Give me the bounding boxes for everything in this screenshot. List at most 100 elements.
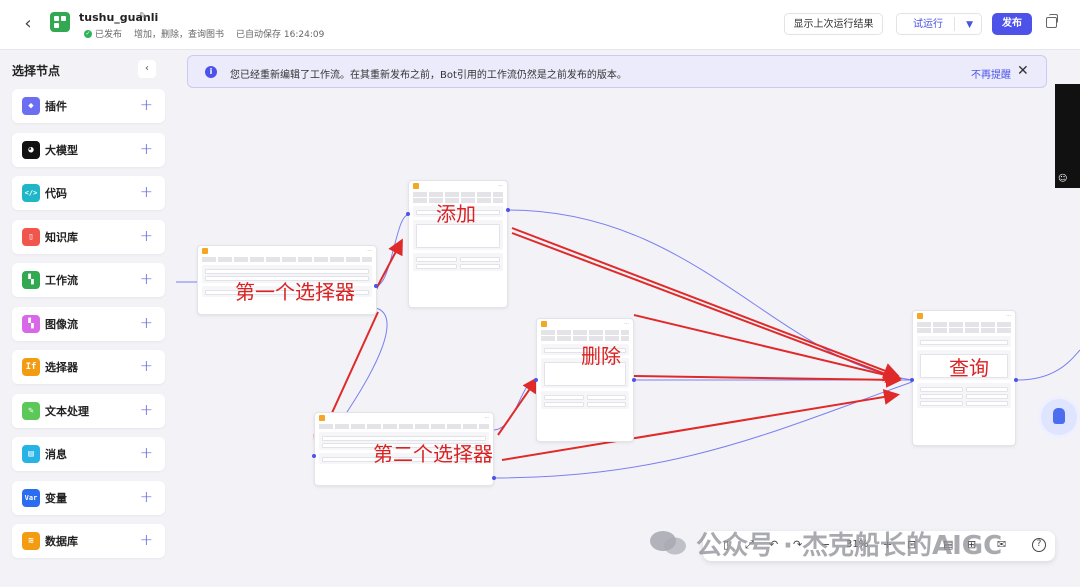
trial-run-button[interactable]: 试运行 ▼	[896, 13, 982, 35]
output-port[interactable]	[492, 476, 496, 480]
more-icon[interactable]: ···	[484, 415, 489, 421]
sidebar-title: 选择节点	[12, 64, 61, 78]
add-icon[interactable]: +	[140, 400, 153, 419]
info-icon: i	[205, 66, 217, 78]
app-meta: ✓ 已发布 增加，删除，查询图书 已自动保存 16:24:09	[84, 27, 324, 40]
sidebar-item-label: 数据库	[45, 535, 78, 548]
banner-text: 您已经重新编辑了工作流。在其重新发布之前，Bot引用的工作流仍然是之前发布的版本…	[230, 70, 627, 81]
output-port[interactable]	[506, 208, 510, 212]
add-icon[interactable]: +	[140, 487, 153, 506]
add-icon[interactable]: +	[140, 95, 153, 114]
dont-remind-link[interactable]: 不再提醒	[971, 66, 1011, 81]
red-arrow	[633, 371, 902, 388]
selector-icon	[202, 248, 208, 254]
database-icon	[541, 321, 547, 327]
workflow-app-icon	[50, 12, 70, 32]
selector-icon	[319, 415, 325, 421]
more-icon[interactable]: ···	[498, 183, 503, 189]
database-icon: ≋	[22, 532, 40, 550]
edge	[1017, 349, 1080, 381]
workflow-icon: ▚	[22, 271, 40, 289]
sidebar-item-label: 消息	[45, 448, 67, 461]
output-port[interactable]	[374, 284, 378, 288]
wechat-logo	[650, 531, 686, 555]
sidebar-item-message[interactable]: ▤ 消息 +	[12, 437, 165, 471]
variable-icon: Var	[22, 488, 40, 507]
sidebar-item-label: 图像流	[45, 317, 78, 331]
person-icon: ☺	[1058, 174, 1068, 184]
sidebar-item-label: 插件	[45, 100, 67, 113]
sidebar-item-variable[interactable]: Var 变量 +	[12, 480, 165, 515]
collapse-sidebar-button[interactable]: ‹	[138, 60, 156, 78]
red-arrow	[373, 238, 403, 294]
add-icon[interactable]: +	[140, 530, 153, 549]
more-icon[interactable]: ···	[624, 321, 629, 327]
watermark-text: 公众号 · 杰克船长的AIGC	[696, 531, 1003, 561]
llm-icon: ◕	[22, 140, 40, 159]
add-icon[interactable]: +	[140, 226, 153, 245]
add-icon[interactable]: +	[140, 182, 153, 201]
edge	[375, 214, 409, 287]
annotation-delete: 删除	[581, 344, 621, 368]
divider	[954, 17, 955, 31]
assistant-float-icon[interactable]	[1041, 399, 1077, 435]
sidebar-item-selector[interactable]: If 选择器 +	[12, 350, 165, 384]
selector-icon: If	[22, 358, 40, 376]
caret-down-icon[interactable]: ▼	[966, 14, 973, 36]
top-bar: ‹ tushu_guanli ✎ ✓ 已发布 增加，删除，查询图书 已自动保存 …	[0, 0, 1080, 50]
knowledge-icon: ▯	[22, 227, 40, 246]
message-icon: ▤	[22, 445, 40, 463]
annotation-query: 查询	[949, 356, 989, 380]
sidebar-item-imageflow[interactable]: ▚ 图像流 +	[12, 306, 165, 341]
add-icon[interactable]: +	[140, 313, 153, 332]
delete-database-node[interactable]: ···	[536, 318, 634, 442]
input-port[interactable]	[312, 454, 316, 458]
input-port[interactable]	[910, 378, 914, 382]
sidebar-item-llm[interactable]: ◕ 大模型 +	[12, 132, 165, 167]
sidebar-item-database[interactable]: ≋ 数据库 +	[12, 524, 165, 558]
annotation-first-selector: 第一个选择器	[235, 280, 355, 304]
sidebar-item-label: 工作流	[45, 274, 78, 287]
add-icon[interactable]: +	[140, 356, 153, 375]
more-icon[interactable]: ···	[367, 248, 372, 254]
plugin-icon: ◆	[22, 97, 40, 115]
red-arrow	[497, 376, 539, 436]
video-thumbnail[interactable]: ☺	[1055, 84, 1080, 188]
help-icon[interactable]: ?	[1032, 538, 1046, 552]
input-port[interactable]	[534, 378, 538, 382]
sidebar-item-plugin[interactable]: ◆ 插件 +	[12, 89, 165, 123]
text-process-icon: ✎	[22, 401, 40, 420]
show-last-run-button[interactable]: 显示上次运行结果	[784, 13, 883, 35]
sidebar-item-knowledge[interactable]: ▯ 知识库 +	[12, 219, 165, 254]
copy-icon[interactable]	[1046, 14, 1058, 28]
add-icon[interactable]: +	[140, 139, 153, 158]
workflow-canvas[interactable]: ··· ··· ··· ··· ··· 添加 第一个选择器 删除 第二个选择器 …	[176, 50, 1080, 587]
sidebar-item-code[interactable]: </> 代码 +	[12, 176, 165, 210]
sidebar-item-label: 文本处理	[45, 404, 89, 418]
input-port[interactable]	[406, 212, 410, 216]
output-port[interactable]	[1014, 378, 1018, 382]
annotation-add: 添加	[436, 202, 476, 226]
close-icon[interactable]: ✕	[1017, 63, 1029, 79]
imageflow-icon: ▚	[22, 314, 40, 333]
node-sidebar: 选择节点 ‹ ◆ 插件 + ◕ 大模型 + </> 代码 + ▯ 知识库 + ▚ 工作流 + ▚ 图像流 + If 选…	[0, 50, 176, 587]
check-icon: ✓	[84, 29, 92, 38]
add-icon[interactable]: +	[140, 443, 153, 462]
sidebar-item-label: 变量	[45, 491, 67, 505]
sidebar-item-text-process[interactable]: ✎ 文本处理 +	[12, 393, 165, 428]
add-icon[interactable]: +	[140, 269, 153, 288]
back-icon[interactable]: ‹	[18, 13, 38, 35]
code-icon: </>	[22, 184, 40, 202]
output-port[interactable]	[632, 378, 636, 382]
sidebar-item-label: 大模型	[45, 143, 78, 157]
sidebar-item-label: 代码	[45, 187, 67, 200]
more-icon[interactable]: ···	[1006, 313, 1011, 319]
published-badge: ✓ 已发布	[84, 27, 122, 40]
status-text: 已发布	[95, 30, 123, 40]
sidebar-item-label: 知识库	[45, 230, 78, 244]
edge	[492, 379, 537, 431]
edit-title-icon[interactable]: ✎	[139, 11, 147, 22]
trial-run-label: 试运行	[913, 19, 943, 30]
sidebar-item-workflow[interactable]: ▚ 工作流 +	[12, 263, 165, 297]
publish-button[interactable]: 发布	[992, 13, 1032, 35]
